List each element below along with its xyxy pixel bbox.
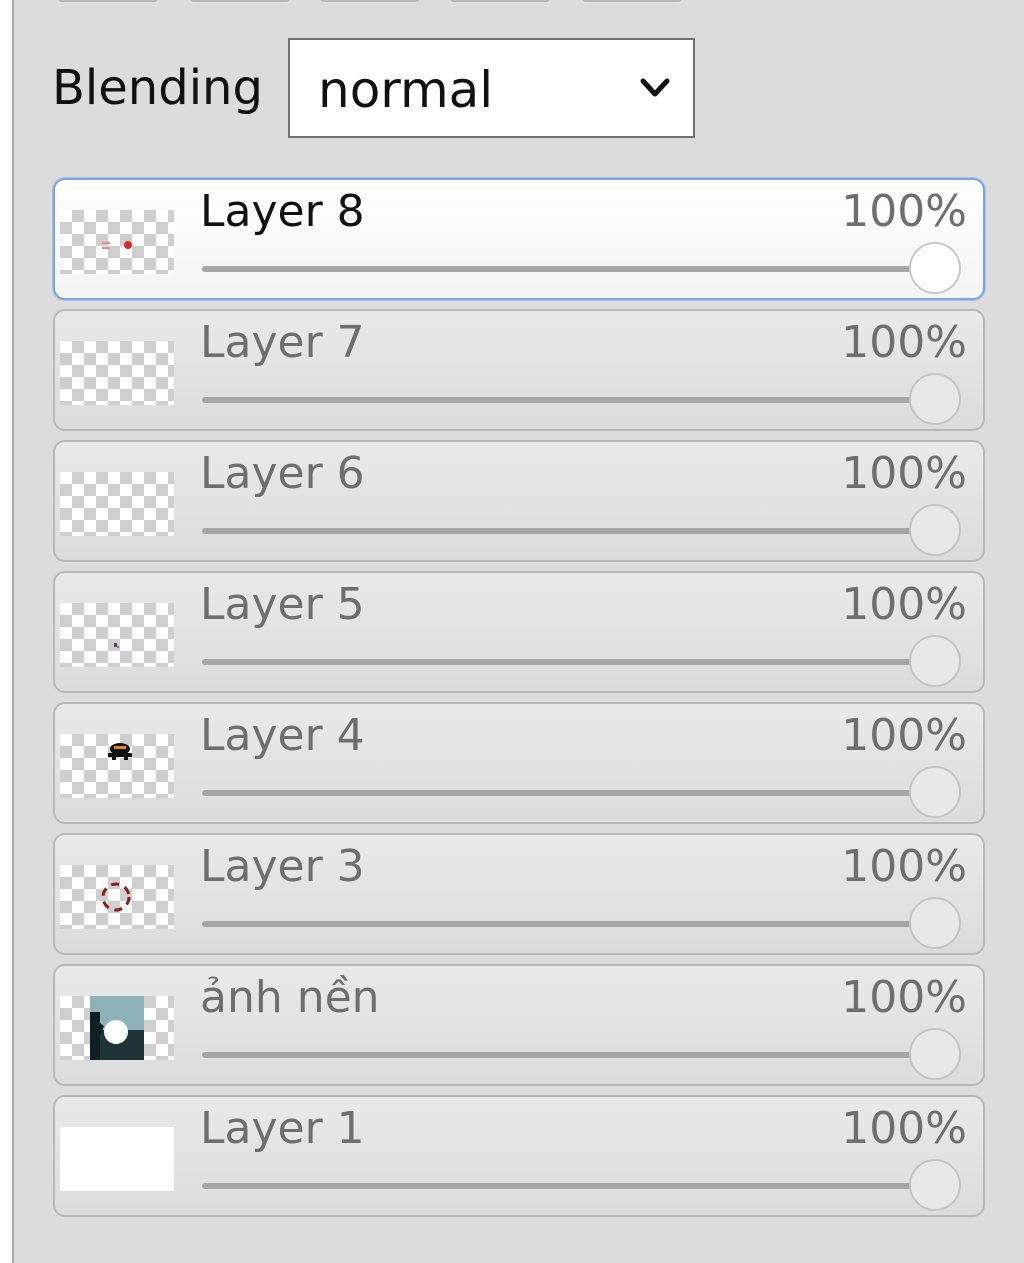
- layer-name: Layer 1: [200, 1103, 365, 1154]
- opacity-slider-handle[interactable]: [909, 1159, 961, 1211]
- opacity-slider-track[interactable]: [202, 921, 935, 927]
- opacity-slider-handle[interactable]: [909, 635, 961, 687]
- toolbar-tab-3[interactable]: [320, 0, 420, 2]
- layer-opacity-value: 100%: [841, 972, 967, 1023]
- opacity-slider-handle[interactable]: [909, 766, 961, 818]
- layer-name: Layer 4: [200, 710, 365, 761]
- layer-row[interactable]: Layer 5 100%: [53, 571, 985, 693]
- layer-row[interactable]: Layer 8 100%: [53, 178, 985, 300]
- layer-opacity-value: 100%: [841, 579, 967, 630]
- layer-opacity-value: 100%: [841, 710, 967, 761]
- layer-thumbnail: [60, 865, 174, 929]
- opacity-slider-track[interactable]: [202, 1052, 935, 1058]
- opacity-slider-track[interactable]: [202, 1183, 935, 1189]
- layer-name: Layer 7: [200, 317, 365, 368]
- layer-name: Layer 6: [200, 448, 365, 499]
- layer-opacity-value: 100%: [841, 841, 967, 892]
- layer-name: ảnh nền: [200, 972, 380, 1023]
- opacity-slider-handle[interactable]: [909, 1028, 961, 1080]
- layer-row[interactable]: Layer 3 100%: [53, 833, 985, 955]
- layer-opacity-value: 100%: [841, 317, 967, 368]
- chevron-down-icon: [640, 78, 670, 97]
- layer-name: Layer 5: [200, 579, 365, 630]
- layer-thumbnail: [60, 210, 174, 274]
- opacity-slider-track[interactable]: [202, 659, 935, 665]
- layer-thumbnail: [60, 603, 174, 667]
- toolbar-tab-1[interactable]: [58, 0, 158, 2]
- layer-thumbnail: [60, 472, 174, 536]
- toolbar-tab-2[interactable]: [190, 0, 290, 2]
- blending-label: Blending: [52, 60, 263, 116]
- opacity-slider-handle[interactable]: [909, 373, 961, 425]
- layer-row[interactable]: Layer 1 100%: [53, 1095, 985, 1217]
- layer-name: Layer 3: [200, 841, 365, 892]
- opacity-slider-handle[interactable]: [909, 242, 961, 294]
- layer-row[interactable]: Layer 7 100%: [53, 309, 985, 431]
- layer-name: Layer 8: [200, 186, 365, 237]
- layer-thumbnail: [60, 341, 174, 405]
- opacity-slider-track[interactable]: [202, 397, 935, 403]
- blending-select[interactable]: normal: [288, 38, 695, 138]
- layer-thumbnail: [60, 1127, 174, 1191]
- opacity-slider-handle[interactable]: [909, 504, 961, 556]
- toolbar-tab-4[interactable]: [450, 0, 550, 2]
- layer-opacity-value: 100%: [841, 186, 967, 237]
- opacity-slider-track[interactable]: [202, 528, 935, 534]
- layer-thumbnail: [60, 996, 174, 1060]
- toolbar-tab-5[interactable]: [582, 0, 682, 2]
- opacity-slider-track[interactable]: [202, 790, 935, 796]
- layer-opacity-value: 100%: [841, 1103, 967, 1154]
- blending-value: normal: [318, 61, 494, 119]
- layer-row[interactable]: Layer 4 100%: [53, 702, 985, 824]
- layer-row[interactable]: Layer 6 100%: [53, 440, 985, 562]
- opacity-slider-handle[interactable]: [909, 897, 961, 949]
- opacity-slider-track[interactable]: [202, 266, 935, 272]
- layer-opacity-value: 100%: [841, 448, 967, 499]
- layer-row[interactable]: ảnh nền 100%: [53, 964, 985, 1086]
- layer-thumbnail: [60, 734, 174, 798]
